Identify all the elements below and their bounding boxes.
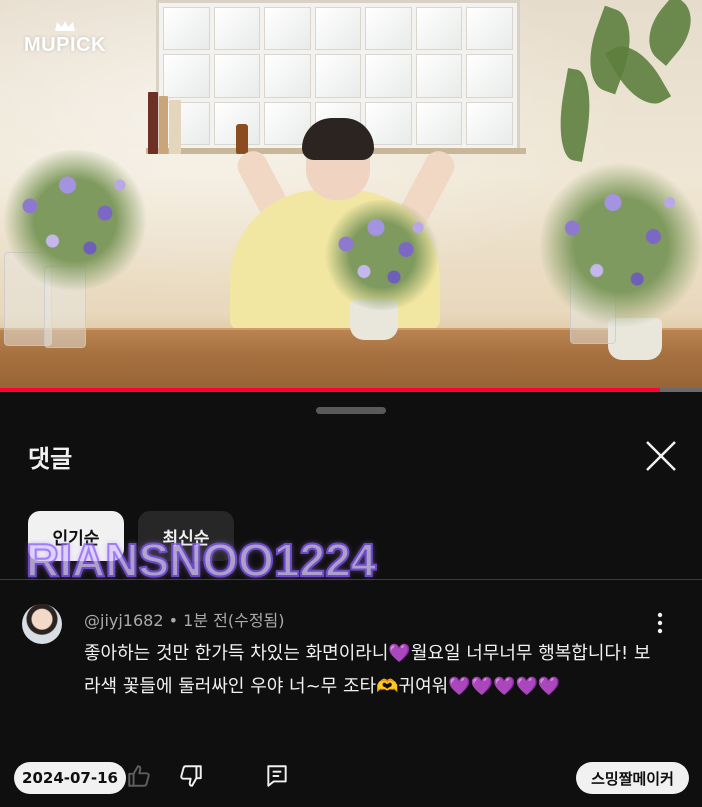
person-hair [302, 118, 374, 160]
comment-time: 1분 전(수정됨) [183, 611, 285, 630]
comment-text-part3: 귀여워 [398, 676, 449, 697]
flower-bouquet-right [540, 160, 702, 330]
watermark-text: RIANSNOO1224 [25, 533, 377, 587]
meta-separator: • [168, 611, 179, 630]
reply-icon[interactable] [264, 763, 290, 789]
thumbs-up-icon[interactable] [126, 763, 152, 789]
drag-handle[interactable] [316, 407, 386, 414]
crown-icon [55, 21, 75, 31]
flower-bouquet-center [322, 200, 442, 310]
brand-label: 스밍짤메이커 [576, 762, 689, 794]
avatar[interactable] [22, 604, 62, 644]
video-player[interactable]: MUPICK [0, 0, 702, 392]
flower-bouquet-left [0, 150, 150, 290]
purple-hearts-emoji: 💜💜💜💜💜 [448, 676, 561, 697]
thumbs-down-icon[interactable] [178, 763, 204, 789]
progress-fill [0, 388, 660, 392]
comment-meta: @jiyj1682 • 1분 전(수정됨) [84, 607, 285, 631]
more-vert-icon[interactable] [648, 611, 672, 635]
comments-sheet: 댓글 인기순 최신순 RIANSNOO1224 @jiyj1682 • 1분 전… [0, 393, 702, 807]
comment-text-part1: 좋아하는 것만 한가득 차있는 화면이라니 [84, 643, 389, 664]
comment-text: 좋아하는 것만 한가득 차있는 화면이라니💜월요일 너무너무 행복합니다! 보라… [84, 637, 664, 703]
channel-logo: MUPICK [24, 34, 106, 56]
purple-heart-emoji: 💜 [388, 643, 411, 664]
comments-title: 댓글 [28, 445, 73, 473]
comment-author[interactable]: @jiyj1682 [84, 611, 164, 630]
close-icon[interactable] [638, 433, 684, 479]
heart-hands-emoji: 🫶 [376, 676, 399, 697]
date-label: 2024-07-16 [14, 762, 126, 794]
